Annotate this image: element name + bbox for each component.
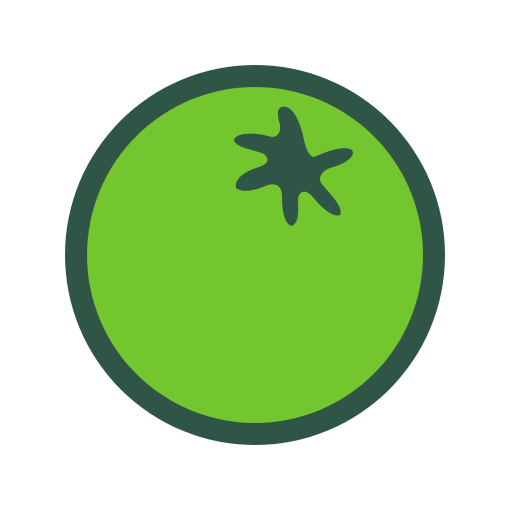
green-tomato-icon — [0, 0, 512, 512]
app-icon-canvas — [0, 0, 512, 512]
tomato-graphic — [65, 65, 445, 445]
